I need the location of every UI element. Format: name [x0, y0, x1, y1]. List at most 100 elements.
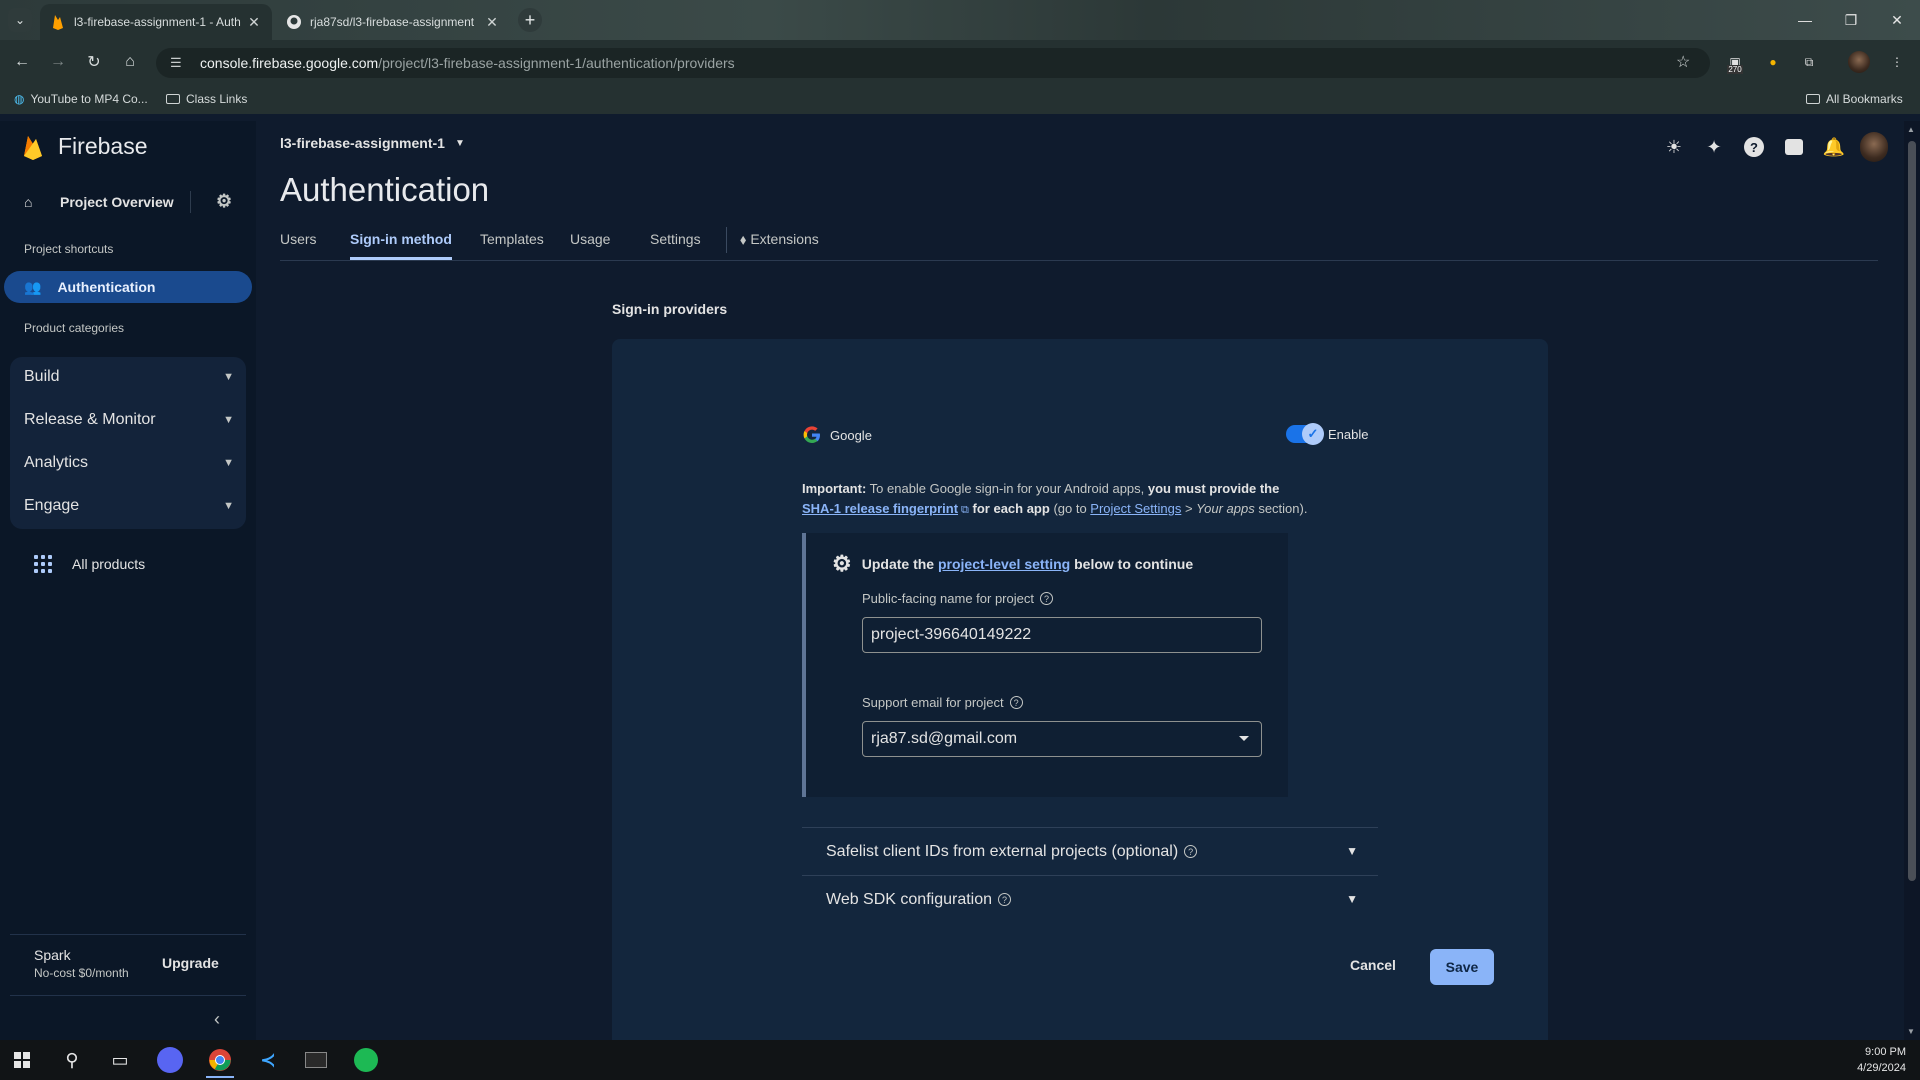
new-tab-button[interactable]: + [518, 8, 542, 32]
all-bookmarks[interactable]: All Bookmarks [1806, 92, 1903, 106]
search-icon[interactable]: ⚲ [52, 1044, 92, 1076]
scroll-up-icon[interactable]: ▲ [1907, 125, 1915, 134]
tab-search-button[interactable]: ⌄ [8, 8, 32, 32]
site-info-icon[interactable]: ☰ [170, 55, 188, 71]
project-settings-link[interactable]: Project Settings [1090, 501, 1181, 516]
project-setting-callout: ⚙ Update the project-level setting below… [802, 533, 1288, 797]
terminal-icon[interactable] [296, 1044, 336, 1076]
project-overview-link[interactable]: ⌂ Project Overview ⚙ [24, 187, 250, 217]
globe-icon: ◍ [14, 92, 25, 106]
project-switcher[interactable]: l3-firebase-assignment-1 ▼ [280, 135, 465, 151]
firebase-logo[interactable]: Firebase [22, 133, 147, 160]
tab-settings[interactable]: Settings [650, 231, 701, 257]
extension-icon[interactable]: ▣ 270 [1724, 51, 1746, 74]
close-window-icon[interactable]: ✕ [1874, 0, 1920, 40]
chrome-icon[interactable] [200, 1044, 240, 1078]
browser-tab-firebase[interactable]: l3-firebase-assignment-1 - Auth ✕ [40, 4, 272, 40]
back-icon[interactable]: ← [10, 50, 34, 74]
divider [726, 227, 727, 253]
project-level-setting-link[interactable]: project-level setting [938, 556, 1070, 572]
divider [10, 934, 246, 935]
check-icon: ✓ [1302, 423, 1324, 445]
browser-tab-strip: ⌄ l3-firebase-assignment-1 - Auth ✕ rja8… [0, 0, 1920, 40]
extensions-puzzle-icon[interactable]: ⧉ [1798, 51, 1820, 73]
forward-icon[interactable]: → [46, 50, 70, 74]
tab-sign-in-method[interactable]: Sign-in method [350, 231, 452, 260]
bookmark-class-links[interactable]: Class Links [166, 92, 247, 106]
external-link-icon: ⧉ [961, 504, 969, 516]
extensions-icon: ⬧ [740, 231, 747, 247]
sha1-fingerprint-link[interactable]: SHA-1 release fingerprint [802, 501, 958, 516]
home-icon[interactable]: ⌂ [118, 50, 142, 74]
tab-templates[interactable]: Templates [480, 231, 544, 257]
public-name-label: Public-facing name for project? [862, 591, 1053, 606]
browser-menu-icon[interactable]: ⋮ [1886, 51, 1908, 73]
important-notice: Important: To enable Google sign-in for … [802, 481, 1308, 516]
vscode-icon[interactable]: ≺ [248, 1044, 288, 1076]
restore-icon[interactable]: ❐ [1828, 0, 1874, 40]
system-clock[interactable]: 9:00 PM 4/29/2024 [1857, 1044, 1906, 1076]
notifications-bell-icon[interactable]: 🔔 [1820, 133, 1848, 161]
all-products-link[interactable]: All products [34, 555, 145, 573]
bookmarks-bar: ◍ YouTube to MP4 Co... Class Links All B… [0, 84, 1920, 114]
page-title: Authentication [280, 171, 490, 208]
chevron-down-icon: ▼ [223, 457, 234, 469]
save-button[interactable]: Save [1430, 949, 1494, 985]
account-avatar[interactable] [1860, 132, 1888, 162]
support-email-select[interactable]: rja87.sd@gmail.com [862, 721, 1262, 757]
divider [190, 191, 191, 213]
public-name-input[interactable]: project-396640149222 [862, 617, 1262, 653]
firebase-favicon-icon [50, 14, 66, 30]
folder-icon [1806, 94, 1820, 104]
collapse-sidebar-icon[interactable]: ‹ [214, 1009, 220, 1030]
callout-heading: ⚙ Update the project-level setting below… [832, 551, 1194, 576]
help-circle-icon[interactable]: ? [998, 893, 1012, 906]
settings-gear-icon[interactable]: ⚙ [216, 191, 232, 212]
close-tab-icon[interactable]: ✕ [246, 14, 262, 31]
url-host: console.firebase.google.com [200, 55, 379, 71]
tab-usage[interactable]: Usage [570, 231, 610, 257]
windows-start-icon[interactable] [2, 1044, 42, 1076]
tab-extensions[interactable]: ⬧ Extensions [740, 231, 819, 258]
help-circle-icon[interactable]: ? [1184, 845, 1198, 858]
discord-icon[interactable] [150, 1044, 190, 1076]
tab-title: rja87sd/l3-firebase-assignment [310, 15, 475, 29]
close-tab-icon[interactable]: ✕ [484, 14, 500, 31]
theme-toggle-icon[interactable]: ☀ [1660, 133, 1688, 161]
url-path: /project/l3-firebase-assignment-1/authen… [378, 55, 735, 71]
enable-toggle[interactable]: ✓ [1286, 423, 1324, 445]
category-release-monitor[interactable]: Release & Monitor ▼ [24, 400, 234, 440]
category-analytics[interactable]: Analytics ▼ [24, 443, 234, 483]
help-circle-icon[interactable]: ? [1009, 696, 1023, 709]
category-engage[interactable]: Engage ▼ [24, 486, 234, 526]
main-content: l3-firebase-assignment-1 ▼ ☀ ✦ ? 🔔 Authe… [256, 121, 1904, 1040]
scroll-down-icon[interactable]: ▼ [1907, 1027, 1915, 1036]
bookmark-star-icon[interactable]: ☆ [1676, 52, 1690, 72]
provider-header: Google [802, 425, 872, 445]
sidebar-item-authentication[interactable]: 👥 Authentication [4, 271, 252, 303]
tab-users[interactable]: Users [280, 231, 317, 257]
product-categories: Build ▼ Release & Monitor ▼ Analytics ▼ Eng… [10, 357, 246, 529]
feedback-icon[interactable] [1780, 133, 1808, 161]
minimize-icon[interactable]: — [1782, 0, 1828, 40]
profile-avatar[interactable] [1848, 51, 1870, 73]
upgrade-button[interactable]: Upgrade [162, 955, 219, 971]
browser-tab-github[interactable]: rja87sd/l3-firebase-assignment ✕ [276, 4, 510, 40]
help-icon[interactable]: ? [1740, 133, 1768, 161]
web-sdk-config-expander[interactable]: Web SDK configuration? ▼ [802, 875, 1378, 923]
help-circle-icon[interactable]: ? [1039, 592, 1053, 605]
safelist-client-ids-expander[interactable]: Safelist client IDs from external projec… [802, 827, 1378, 875]
cancel-button[interactable]: Cancel [1350, 957, 1396, 973]
page-scrollbar[interactable]: ▲ ▼ [1904, 121, 1920, 1040]
settings-gear-icon: ⚙ [832, 551, 852, 576]
extension-2-icon[interactable]: ● [1762, 51, 1784, 73]
category-build[interactable]: Build ▼ [24, 357, 234, 397]
reload-icon[interactable]: ↻ [82, 50, 106, 74]
bookmark-youtube-mp4[interactable]: ◍ YouTube to MP4 Co... [14, 92, 148, 106]
address-bar[interactable]: ☰ console.firebase.google.com/project/l3… [156, 48, 1710, 78]
spotify-icon[interactable] [346, 1044, 386, 1076]
caret-down-icon: ▼ [454, 137, 465, 149]
gemini-sparkle-icon[interactable]: ✦ [1700, 133, 1728, 161]
scrollbar-thumb[interactable] [1908, 141, 1916, 881]
task-view-icon[interactable]: ▭ [100, 1044, 140, 1076]
